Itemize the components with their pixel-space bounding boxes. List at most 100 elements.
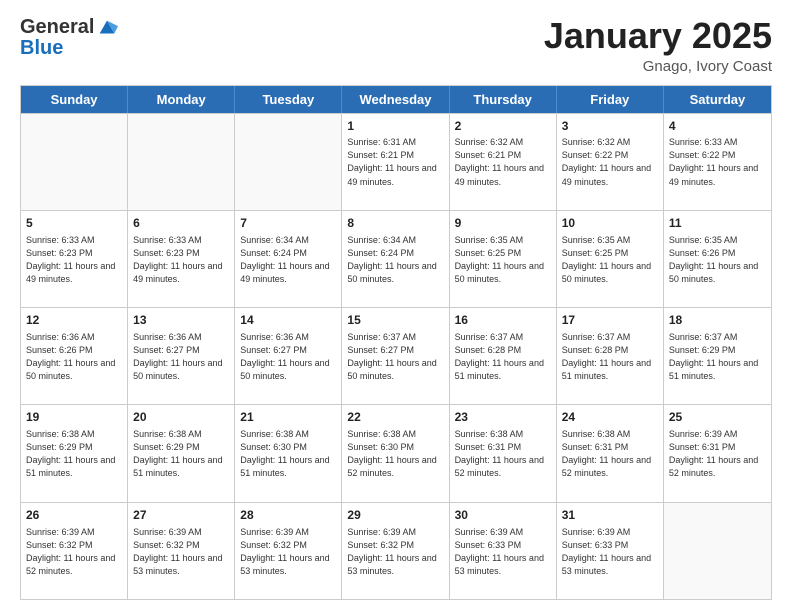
location: Gnago, Ivory Coast: [544, 58, 772, 75]
cell-info: Sunrise: 6:39 AM Sunset: 6:32 PM Dayligh…: [26, 526, 122, 578]
calendar-cell: 6 Sunrise: 6:33 AM Sunset: 6:23 PM Daylig…: [128, 211, 235, 307]
day-number: 25: [669, 409, 766, 426]
day-number: 5: [26, 215, 122, 232]
calendar-cell: 19 Sunrise: 6:38 AM Sunset: 6:29 PM Dayli…: [21, 405, 128, 501]
cell-info: Sunrise: 6:33 AM Sunset: 6:23 PM Dayligh…: [133, 234, 229, 286]
cell-info: Sunrise: 6:39 AM Sunset: 6:32 PM Dayligh…: [133, 526, 229, 578]
calendar-cell: 12 Sunrise: 6:36 AM Sunset: 6:26 PM Dayli…: [21, 308, 128, 404]
day-number: 23: [455, 409, 551, 426]
cell-info: Sunrise: 6:33 AM Sunset: 6:23 PM Dayligh…: [26, 234, 122, 286]
calendar-cell: 29 Sunrise: 6:39 AM Sunset: 6:32 PM Dayli…: [342, 503, 449, 599]
calendar-cell: [21, 114, 128, 210]
month-title: January 2025: [544, 16, 772, 56]
day-number: 21: [240, 409, 336, 426]
day-header-thursday: Thursday: [450, 86, 557, 113]
day-number: 8: [347, 215, 443, 232]
cell-info: Sunrise: 6:38 AM Sunset: 6:30 PM Dayligh…: [347, 428, 443, 480]
day-number: 7: [240, 215, 336, 232]
calendar-cell: 23 Sunrise: 6:38 AM Sunset: 6:31 PM Dayli…: [450, 405, 557, 501]
day-header-monday: Monday: [128, 86, 235, 113]
page: General Blue January 2025 Gnago, Ivory C…: [0, 0, 792, 612]
calendar-cell: 26Sunrise: 6:39 AM Sunset: 6:32 PM Dayli…: [21, 503, 128, 599]
calendar-cell: 11 Sunrise: 6:35 AM Sunset: 6:26 PM Dayli…: [664, 211, 771, 307]
cell-info: Sunrise: 6:32 AM Sunset: 6:22 PM Dayligh…: [562, 136, 658, 188]
day-number: 17: [562, 312, 658, 329]
calendar-cell: 3Sunrise: 6:32 AM Sunset: 6:22 PM Daylig…: [557, 114, 664, 210]
cell-info: Sunrise: 6:34 AM Sunset: 6:24 PM Dayligh…: [240, 234, 336, 286]
day-number: 11: [669, 215, 766, 232]
day-number: 15: [347, 312, 443, 329]
cell-info: Sunrise: 6:39 AM Sunset: 6:33 PM Dayligh…: [455, 526, 551, 578]
calendar-cell: 7 Sunrise: 6:34 AM Sunset: 6:24 PM Daylig…: [235, 211, 342, 307]
calendar-cell: 10 Sunrise: 6:35 AM Sunset: 6:25 PM Dayli…: [557, 211, 664, 307]
calendar-cell: 17 Sunrise: 6:37 AM Sunset: 6:28 PM Dayli…: [557, 308, 664, 404]
calendar-cell: 13 Sunrise: 6:36 AM Sunset: 6:27 PM Dayli…: [128, 308, 235, 404]
cell-info: Sunrise: 6:37 AM Sunset: 6:28 PM Dayligh…: [562, 331, 658, 383]
cell-info: Sunrise: 6:35 AM Sunset: 6:25 PM Dayligh…: [562, 234, 658, 286]
day-number: 6: [133, 215, 229, 232]
day-number: 22: [347, 409, 443, 426]
cell-info: Sunrise: 6:35 AM Sunset: 6:26 PM Dayligh…: [669, 234, 766, 286]
day-number: 10: [562, 215, 658, 232]
calendar-cell: 16 Sunrise: 6:37 AM Sunset: 6:28 PM Dayli…: [450, 308, 557, 404]
calendar-week-5: 26Sunrise: 6:39 AM Sunset: 6:32 PM Dayli…: [21, 502, 771, 599]
title-area: January 2025 Gnago, Ivory Coast: [544, 16, 772, 75]
calendar-cell: 5 Sunrise: 6:33 AM Sunset: 6:23 PM Daylig…: [21, 211, 128, 307]
calendar-cell: 4Sunrise: 6:33 AM Sunset: 6:22 PM Daylig…: [664, 114, 771, 210]
cell-info: Sunrise: 6:34 AM Sunset: 6:24 PM Dayligh…: [347, 234, 443, 286]
day-number: 9: [455, 215, 551, 232]
day-number: 30: [455, 507, 551, 524]
cell-info: Sunrise: 6:33 AM Sunset: 6:22 PM Dayligh…: [669, 136, 766, 188]
cell-info: Sunrise: 6:38 AM Sunset: 6:31 PM Dayligh…: [455, 428, 551, 480]
day-number: 14: [240, 312, 336, 329]
day-header-wednesday: Wednesday: [342, 86, 449, 113]
day-header-friday: Friday: [557, 86, 664, 113]
calendar-cell: 15 Sunrise: 6:37 AM Sunset: 6:27 PM Dayli…: [342, 308, 449, 404]
calendar-week-2: 5 Sunrise: 6:33 AM Sunset: 6:23 PM Daylig…: [21, 210, 771, 307]
calendar-cell: 18Sunrise: 6:37 AM Sunset: 6:29 PM Dayli…: [664, 308, 771, 404]
calendar-cell: 2Sunrise: 6:32 AM Sunset: 6:21 PM Daylig…: [450, 114, 557, 210]
day-number: 13: [133, 312, 229, 329]
day-number: 31: [562, 507, 658, 524]
day-number: 27: [133, 507, 229, 524]
day-number: 16: [455, 312, 551, 329]
calendar: SundayMondayTuesdayWednesdayThursdayFrid…: [20, 85, 772, 600]
calendar-cell: [128, 114, 235, 210]
calendar-week-3: 12 Sunrise: 6:36 AM Sunset: 6:26 PM Dayli…: [21, 307, 771, 404]
calendar-cell: [235, 114, 342, 210]
calendar-week-1: 1Sunrise: 6:31 AM Sunset: 6:21 PM Daylig…: [21, 113, 771, 210]
day-number: 20: [133, 409, 229, 426]
calendar-cell: 27 Sunrise: 6:39 AM Sunset: 6:32 PM Dayli…: [128, 503, 235, 599]
logo-general: General: [20, 16, 94, 39]
calendar-cell: 30 Sunrise: 6:39 AM Sunset: 6:33 PM Dayli…: [450, 503, 557, 599]
logo: General Blue: [20, 16, 118, 60]
cell-info: Sunrise: 6:32 AM Sunset: 6:21 PM Dayligh…: [455, 136, 551, 188]
cell-info: Sunrise: 6:39 AM Sunset: 6:32 PM Dayligh…: [347, 526, 443, 578]
calendar-cell: 21 Sunrise: 6:38 AM Sunset: 6:30 PM Dayli…: [235, 405, 342, 501]
cell-info: Sunrise: 6:39 AM Sunset: 6:32 PM Dayligh…: [240, 526, 336, 578]
day-number: 19: [26, 409, 122, 426]
calendar-cell: 9Sunrise: 6:35 AM Sunset: 6:25 PM Daylig…: [450, 211, 557, 307]
cell-info: Sunrise: 6:36 AM Sunset: 6:26 PM Dayligh…: [26, 331, 122, 383]
day-number: 24: [562, 409, 658, 426]
logo-icon: [96, 17, 118, 39]
cell-info: Sunrise: 6:37 AM Sunset: 6:28 PM Dayligh…: [455, 331, 551, 383]
day-number: 4: [669, 118, 766, 135]
cell-info: Sunrise: 6:36 AM Sunset: 6:27 PM Dayligh…: [133, 331, 229, 383]
calendar-cell: 1Sunrise: 6:31 AM Sunset: 6:21 PM Daylig…: [342, 114, 449, 210]
cell-info: Sunrise: 6:39 AM Sunset: 6:31 PM Dayligh…: [669, 428, 766, 480]
day-header-tuesday: Tuesday: [235, 86, 342, 113]
calendar-cell: 22 Sunrise: 6:38 AM Sunset: 6:30 PM Dayli…: [342, 405, 449, 501]
calendar-cell: [664, 503, 771, 599]
day-header-sunday: Sunday: [21, 86, 128, 113]
cell-info: Sunrise: 6:38 AM Sunset: 6:29 PM Dayligh…: [26, 428, 122, 480]
cell-info: Sunrise: 6:38 AM Sunset: 6:30 PM Dayligh…: [240, 428, 336, 480]
day-header-saturday: Saturday: [664, 86, 771, 113]
day-number: 12: [26, 312, 122, 329]
calendar-cell: 28Sunrise: 6:39 AM Sunset: 6:32 PM Dayli…: [235, 503, 342, 599]
day-number: 29: [347, 507, 443, 524]
cell-info: Sunrise: 6:37 AM Sunset: 6:27 PM Dayligh…: [347, 331, 443, 383]
cell-info: Sunrise: 6:37 AM Sunset: 6:29 PM Dayligh…: [669, 331, 766, 383]
day-number: 2: [455, 118, 551, 135]
cell-info: Sunrise: 6:38 AM Sunset: 6:31 PM Dayligh…: [562, 428, 658, 480]
